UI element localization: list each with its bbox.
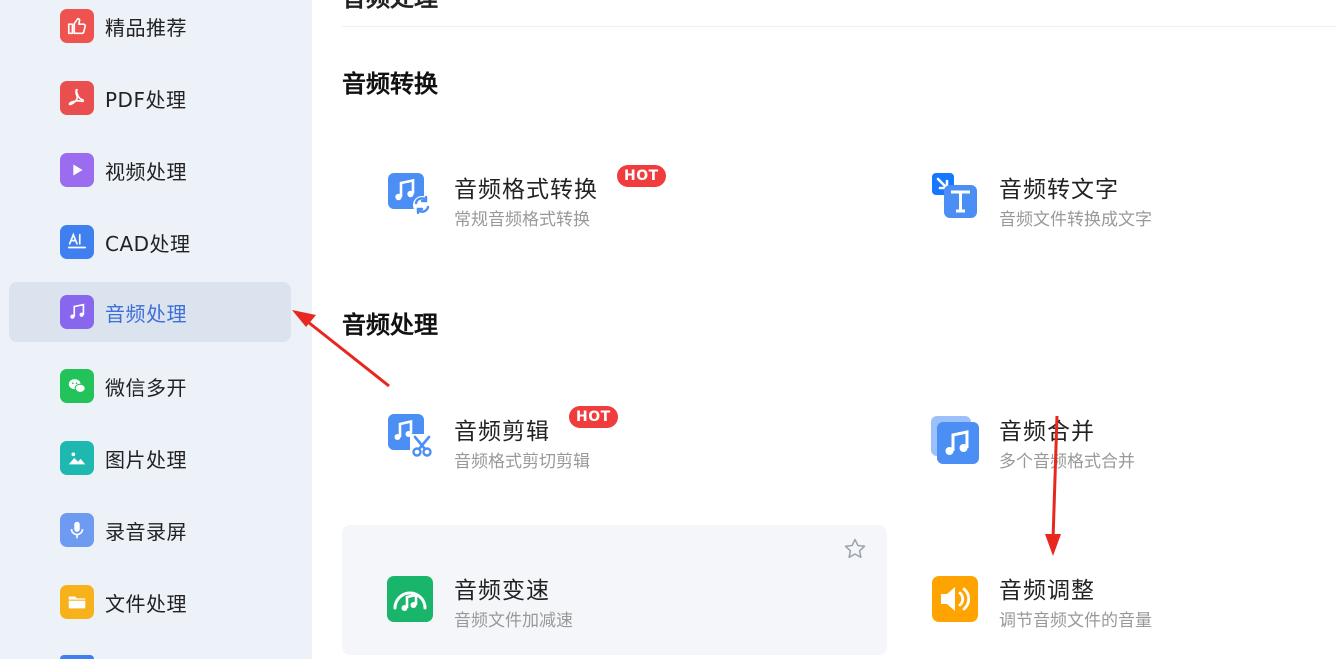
- page-title: 音频处理: [342, 0, 438, 13]
- tool-title: 音频变速: [454, 578, 550, 604]
- sidebar-item-recording[interactable]: 录音录屏: [9, 500, 291, 560]
- sidebar-item-partial: [60, 655, 94, 659]
- pdf-icon: [60, 81, 94, 115]
- tool-title: 音频调整: [999, 578, 1095, 604]
- sidebar-item-label: 音频处理: [105, 301, 187, 326]
- sidebar-item-label: 图片处理: [105, 447, 187, 472]
- tool-card-audio-to-text[interactable]: 音频转文字 音频文件转换成文字: [887, 124, 1337, 254]
- sidebar-item-file[interactable]: 文件处理: [9, 572, 291, 632]
- tool-desc: 音频文件转换成文字: [999, 210, 1152, 230]
- tool-desc: 多个音频格式合并: [999, 452, 1135, 472]
- tool-card-format-convert[interactable]: 音频格式转换 HOT 常规音频格式转换: [342, 124, 887, 254]
- sidebar-item-label: CAD处理: [105, 231, 191, 256]
- sidebar-item-pdf[interactable]: PDF处理: [9, 68, 291, 128]
- sidebar-item-label: 文件处理: [105, 591, 187, 616]
- cad-icon: [60, 225, 94, 259]
- sidebar: 精品推荐 PDF处理 视频处理 CAD处理 音频处理 微信多开 图片处理 录音录…: [0, 0, 312, 659]
- sidebar-item-label: 录音录屏: [105, 519, 187, 544]
- divider: [342, 26, 1337, 27]
- hot-badge: HOT: [617, 165, 666, 187]
- music-convert-icon: [388, 173, 431, 215]
- tool-title: 音频剪辑: [454, 419, 550, 445]
- section-title-process: 音频处理: [342, 311, 438, 339]
- music-merge-icon: [931, 416, 979, 464]
- speaker-icon: [932, 576, 978, 622]
- sidebar-item-audio[interactable]: 音频处理: [9, 282, 291, 342]
- tool-card-audio-speed[interactable]: 音频变速 音频文件加减速: [342, 525, 887, 655]
- sidebar-item-featured[interactable]: 精品推荐: [9, 0, 291, 56]
- tool-card-audio-volume[interactable]: 音频调整 调节音频文件的音量: [887, 525, 1337, 655]
- tool-title: 音频格式转换: [454, 177, 598, 203]
- wechat-icon: [60, 369, 94, 403]
- music-note-icon: [60, 295, 94, 329]
- tool-title: 音频转文字: [999, 177, 1119, 203]
- music-scissors-icon: [388, 414, 434, 458]
- sidebar-item-label: 微信多开: [105, 375, 187, 400]
- tool-card-audio-merge[interactable]: 音频合并 多个音频格式合并: [887, 366, 1337, 496]
- tool-desc: 常规音频格式转换: [454, 210, 590, 230]
- sidebar-item-label: PDF处理: [105, 87, 187, 112]
- folder-icon: [60, 585, 94, 619]
- tool-desc: 调节音频文件的音量: [999, 611, 1152, 631]
- audio-to-text-icon: [932, 173, 977, 218]
- microphone-icon: [60, 513, 94, 547]
- thumbs-up-icon: [60, 9, 94, 43]
- music-speed-icon: [387, 576, 433, 622]
- section-title-convert: 音频转换: [342, 70, 438, 98]
- tool-desc: 音频格式剪切剪辑: [454, 452, 590, 472]
- tool-title: 音频合并: [999, 419, 1095, 445]
- tool-desc: 音频文件加减速: [454, 611, 573, 631]
- main-content: 音频处理 音频转换 音频处理 音频格式转换 HOT 常规音频格式转换 音频转文字…: [312, 0, 1337, 659]
- sidebar-item-label: 视频处理: [105, 159, 187, 184]
- play-icon: [60, 153, 94, 187]
- sidebar-item-wechat[interactable]: 微信多开: [9, 356, 291, 416]
- sidebar-item-image[interactable]: 图片处理: [9, 428, 291, 488]
- image-icon: [60, 441, 94, 475]
- star-icon[interactable]: [843, 537, 867, 561]
- sidebar-item-video[interactable]: 视频处理: [9, 140, 291, 200]
- sidebar-item-label: 精品推荐: [105, 15, 187, 40]
- tool-card-audio-cut[interactable]: 音频剪辑 HOT 音频格式剪切剪辑: [342, 366, 887, 496]
- hot-badge: HOT: [569, 406, 618, 428]
- sidebar-item-cad[interactable]: CAD处理: [9, 212, 291, 272]
